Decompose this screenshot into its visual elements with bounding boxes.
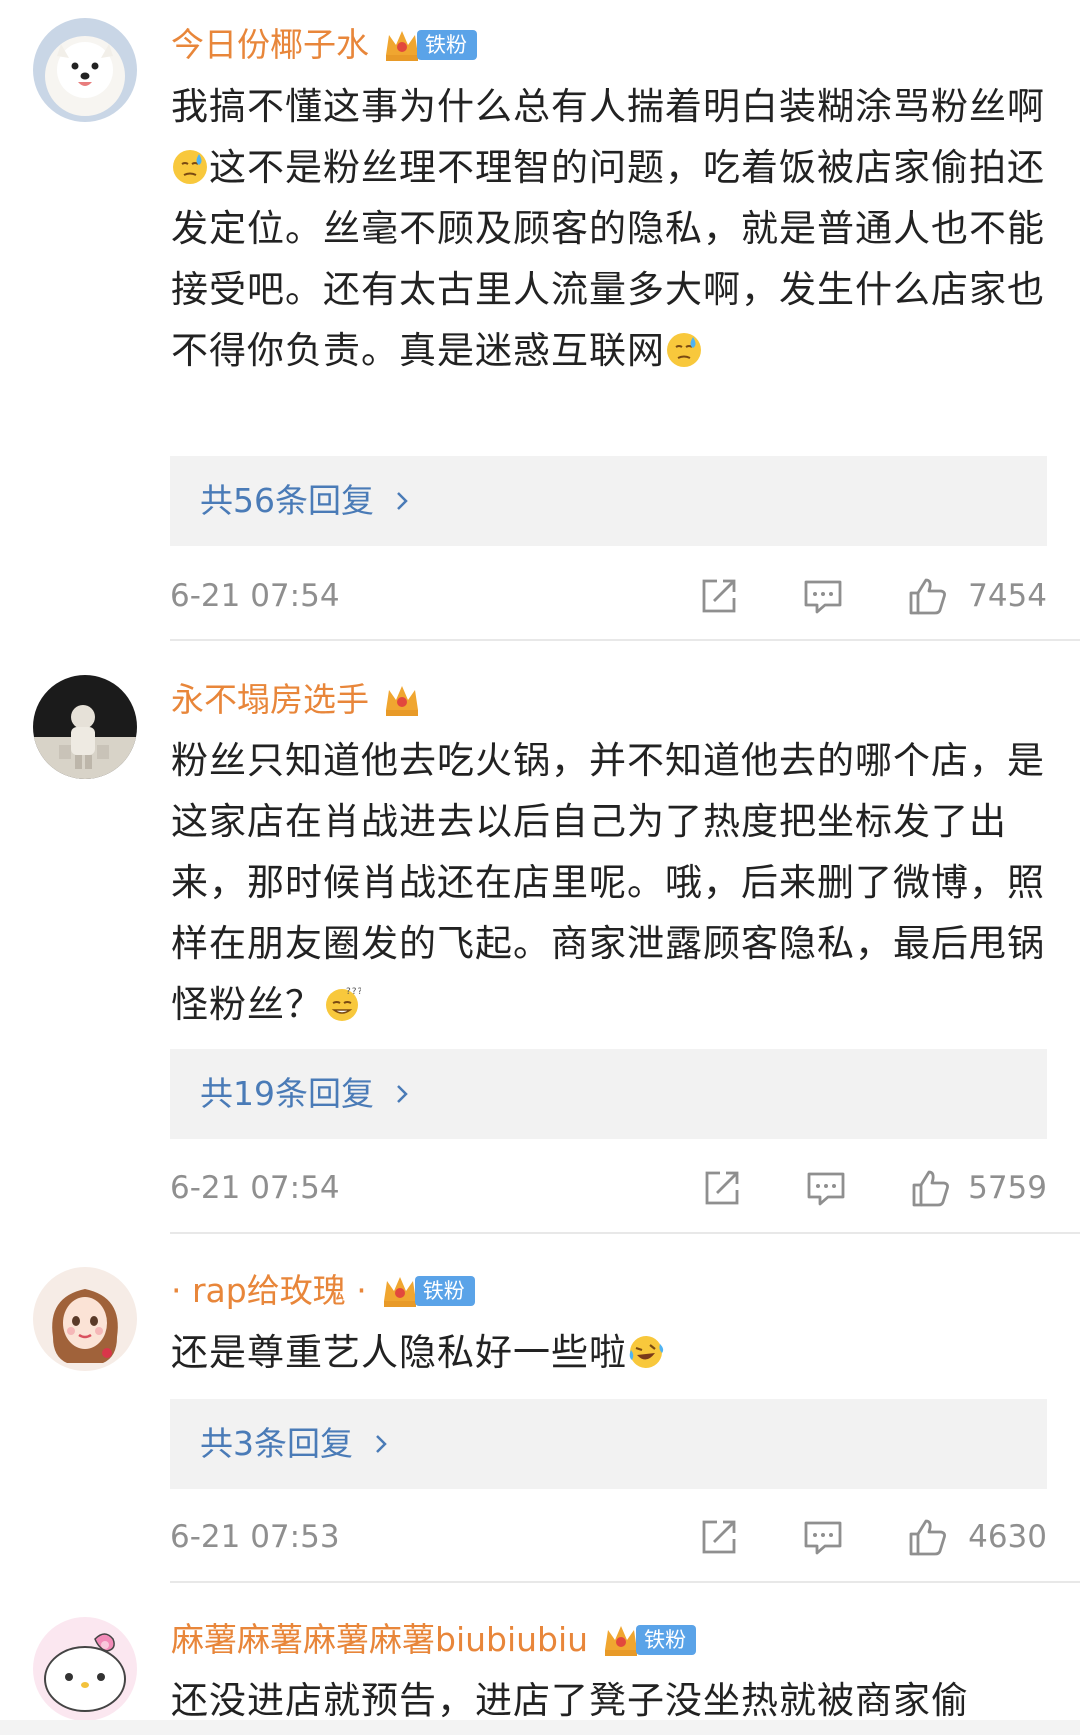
thumbs-up-icon[interactable] bbox=[908, 576, 948, 616]
comment-icon[interactable] bbox=[803, 1517, 843, 1557]
avatar[interactable] bbox=[33, 18, 137, 122]
username[interactable]: 麻薯麻薯麻薯麻薯biubiubiu bbox=[171, 1616, 588, 1664]
comment-header: · rap给玫瑰 · 铁粉 bbox=[171, 1267, 475, 1315]
comment-text: 粉丝只知道他去吃火锅，并不知道他去的哪个店，是这家店在肖战进去以后自己为了热度把… bbox=[171, 730, 1051, 1035]
comment-text-part: 我搞不懂这事为什么总有人揣着明白装糊涂骂粉丝啊 bbox=[171, 85, 1045, 128]
comment-footer: 6-21 07:54 5759 bbox=[170, 1163, 1047, 1213]
chevron-right-icon bbox=[397, 1085, 408, 1103]
divider bbox=[170, 1232, 1080, 1234]
username[interactable]: 永不塌房选手 bbox=[171, 676, 369, 724]
replies-label: 共19条回复 bbox=[200, 1074, 374, 1113]
replies-link[interactable]: 共3条回复 bbox=[200, 1399, 391, 1489]
like-count: 5759 bbox=[968, 1170, 1047, 1206]
username[interactable]: · rap给玫瑰 · bbox=[171, 1267, 367, 1315]
thumbs-up-icon[interactable] bbox=[911, 1168, 951, 1208]
chevron-right-icon bbox=[376, 1435, 387, 1453]
share-icon[interactable] bbox=[699, 576, 739, 616]
comment-footer: 6-21 07:53 4630 bbox=[170, 1512, 1047, 1562]
like-count: 4630 bbox=[968, 1519, 1047, 1555]
timestamp: 6-21 07:54 bbox=[170, 1170, 340, 1206]
comment-text-part: 这不是粉丝理不理智的问题，吃着饭被店家偷拍还发定位。丝毫不顾及顾客的隐私，就是普… bbox=[171, 146, 1045, 372]
crown-icon bbox=[386, 686, 418, 716]
comment-text: 还是尊重艺人隐私好一些啦 bbox=[171, 1322, 1051, 1383]
replies-link[interactable]: 共56条回复 bbox=[200, 456, 412, 546]
comment-text-part: 粉丝只知道他去吃火锅，并不知道他去的哪个店，是这家店在肖战进去以后自己为了热度把… bbox=[171, 739, 1045, 1026]
sweat-emoji-icon bbox=[667, 333, 701, 367]
crown-icon bbox=[386, 31, 418, 61]
fan-badge: 铁粉 bbox=[602, 1620, 697, 1660]
replies-label: 共3条回复 bbox=[200, 1424, 353, 1463]
replies-box[interactable]: 共19条回复 bbox=[170, 1049, 1047, 1139]
fan-tag-label: 铁粉 bbox=[414, 1276, 475, 1306]
fan-badge: 铁粉 bbox=[383, 25, 477, 65]
share-icon[interactable] bbox=[702, 1168, 742, 1208]
fan-tag-label: 铁粉 bbox=[417, 30, 477, 60]
comment-header: 麻薯麻薯麻薯麻薯biubiubiu 铁粉 bbox=[171, 1616, 697, 1664]
bottom-bar bbox=[0, 1720, 1080, 1735]
crown-icon bbox=[605, 1626, 638, 1656]
thinking-emoji-icon: ??? bbox=[326, 987, 361, 1021]
comment-footer: 6-21 07:54 7454 bbox=[170, 571, 1047, 621]
sweat-emoji-icon bbox=[173, 150, 207, 184]
laugh-cry-emoji-icon bbox=[629, 1336, 664, 1368]
comment-header: 永不塌房选手 bbox=[171, 676, 421, 724]
avatar[interactable] bbox=[33, 1617, 137, 1721]
timestamp: 6-21 07:54 bbox=[170, 578, 340, 614]
svg-text:???: ??? bbox=[346, 987, 361, 997]
comment-icon[interactable] bbox=[803, 576, 843, 616]
replies-link[interactable]: 共19条回复 bbox=[200, 1049, 412, 1139]
replies-label: 共56条回复 bbox=[200, 481, 374, 520]
timestamp: 6-21 07:53 bbox=[170, 1519, 340, 1555]
comment-text: 我搞不懂这事为什么总有人揣着明白装糊涂骂粉丝啊这不是粉丝理不理智的问题，吃着饭被… bbox=[171, 76, 1051, 381]
replies-box[interactable]: 共3条回复 bbox=[170, 1399, 1047, 1489]
fan-badge: 铁粉 bbox=[381, 1271, 475, 1311]
comment-icon[interactable] bbox=[806, 1168, 846, 1208]
comment-text-part: 还是尊重艺人隐私好一些啦 bbox=[171, 1331, 627, 1374]
share-icon[interactable] bbox=[699, 1517, 739, 1557]
chevron-right-icon bbox=[397, 492, 408, 510]
fan-tag-label: 铁粉 bbox=[636, 1625, 697, 1655]
thumbs-up-icon[interactable] bbox=[908, 1517, 948, 1557]
username[interactable]: 今日份椰子水 bbox=[171, 21, 369, 69]
comment-text-part: 还没进店就预告，进店了凳子没坐热就被商家偷 bbox=[171, 1679, 969, 1722]
avatar[interactable] bbox=[33, 1267, 137, 1371]
comment-header: 今日份椰子水 铁粉 bbox=[171, 21, 477, 69]
replies-box[interactable]: 共56条回复 bbox=[170, 456, 1047, 546]
divider bbox=[170, 1581, 1080, 1583]
divider bbox=[170, 639, 1080, 641]
crown-icon bbox=[383, 1277, 416, 1307]
fan-badge bbox=[383, 680, 421, 720]
like-count: 7454 bbox=[968, 578, 1047, 614]
avatar[interactable] bbox=[33, 675, 137, 779]
